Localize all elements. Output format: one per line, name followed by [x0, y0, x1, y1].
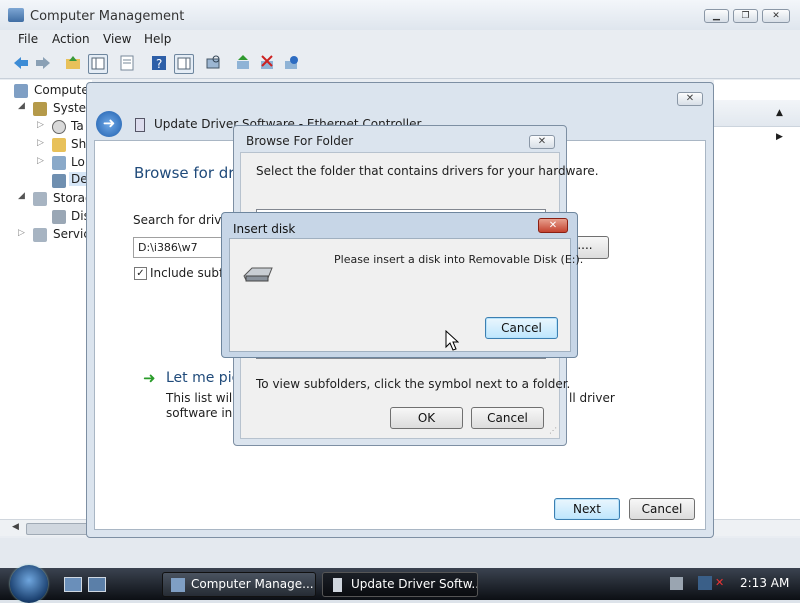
dialog-close-button[interactable]: ✕ — [677, 92, 703, 106]
menu-view[interactable]: View — [103, 32, 131, 46]
resize-grip-icon[interactable]: ⋰ — [549, 426, 557, 435]
services-icon — [33, 228, 47, 242]
forward-icon[interactable] — [34, 54, 52, 72]
clock-icon — [52, 120, 66, 134]
cancel-button[interactable]: Cancel — [629, 498, 695, 520]
browse-folder-title: Browse For Folder — [246, 134, 354, 148]
path-value: D:\i386\w7 — [138, 241, 198, 254]
title-bar: Computer Management ▁ ❐ ✕ — [0, 0, 800, 30]
mouse-cursor-icon — [445, 329, 460, 355]
taskbar: Computer Manage... Update Driver Softw..… — [0, 565, 800, 603]
insert-disk-title: Insert disk — [233, 222, 296, 236]
system-tools-icon — [33, 102, 47, 116]
expand-icon[interactable]: ▷ — [37, 156, 44, 166]
collapse-arrow-icon[interactable]: ▲ — [776, 108, 783, 118]
clock[interactable]: 2:13 AM — [740, 576, 789, 590]
search-label: Search for driver — [133, 213, 234, 227]
storage-icon — [33, 192, 47, 206]
next-button[interactable]: Next — [554, 498, 620, 520]
show-desktop-icon[interactable] — [64, 577, 82, 592]
system-tray: ✕ 2:13 AM — [660, 568, 800, 600]
disable-device-icon[interactable] — [258, 54, 276, 72]
back-icon[interactable] — [12, 54, 30, 72]
window-title: Computer Management — [30, 9, 185, 24]
network-icon[interactable] — [698, 576, 712, 590]
taskbar-item-computer-management[interactable]: Computer Manage... — [162, 572, 316, 597]
maximize-button[interactable]: ❐ — [733, 9, 758, 23]
actions-pane: ▲ ▶ — [714, 80, 800, 535]
scan-hardware-icon[interactable] — [204, 54, 222, 72]
console-tree: Computer ◢ System ▷ Ta ▷ Sh ▷ Lo De ◢ St… — [0, 80, 100, 535]
properties-icon[interactable] — [118, 54, 136, 72]
menu-action[interactable]: Action — [52, 32, 90, 46]
let-me-pick-link[interactable]: Let me pic — [166, 370, 239, 386]
disk-management-icon — [52, 210, 66, 224]
svg-text:?: ? — [156, 57, 162, 71]
windows-orb-icon — [10, 565, 48, 603]
help-icon[interactable]: ? — [150, 54, 168, 72]
menu-file[interactable]: File — [18, 32, 38, 46]
include-subfolders-checkbox[interactable]: ✓ — [134, 267, 147, 280]
computer-management-task-icon — [171, 578, 185, 592]
menu-bar: File Action View Help — [0, 30, 800, 49]
shared-folders-icon — [52, 138, 66, 152]
switch-windows-icon[interactable] — [88, 577, 106, 592]
browse-close-button[interactable]: ✕ — [529, 135, 555, 149]
toolbar: ? — [0, 50, 800, 79]
computer-management-icon — [8, 8, 24, 22]
show-hide-tree-icon[interactable] — [88, 54, 108, 74]
description-line-1-tail: ll driver — [569, 391, 615, 405]
close-button[interactable]: ✕ — [762, 9, 790, 23]
minimize-button[interactable]: ▁ — [704, 9, 729, 23]
insert-disk-message: Please insert a disk into Removable Disk… — [334, 253, 584, 266]
insert-disk-close-button[interactable]: ✕ — [538, 218, 568, 233]
volume-muted-icon[interactable]: ✕ — [715, 576, 729, 590]
more-actions-icon[interactable]: ▶ — [776, 132, 783, 142]
insert-disk-content: Please insert a disk into Removable Disk… — [229, 238, 583, 352]
insert-disk-dialog: Insert disk ✕ Please insert a disk into … — [221, 212, 583, 358]
update-driver-icon[interactable] — [234, 54, 252, 72]
menu-help[interactable]: Help — [144, 32, 171, 46]
path-input[interactable]: D:\i386\w7 — [133, 237, 223, 258]
status-bar — [0, 538, 800, 568]
safely-remove-icon[interactable] — [670, 577, 683, 590]
expand-collapse-icon[interactable]: ◢ — [18, 101, 25, 111]
removable-disk-icon — [240, 264, 276, 287]
expand-icon[interactable]: ▷ — [37, 120, 44, 130]
page-heading: Browse for driv — [134, 164, 248, 182]
computer-icon — [14, 84, 28, 98]
browse-hint: To view subfolders, click the symbol nex… — [256, 377, 571, 391]
tree-node-computer[interactable]: Computer — [34, 83, 94, 97]
scroll-left-icon[interactable]: ◀ — [12, 522, 19, 532]
browse-instruction: Select the folder that contains drivers … — [256, 164, 599, 178]
tree-node-task-scheduler[interactable]: Ta — [71, 119, 84, 133]
insert-disk-cancel-button[interactable]: Cancel — [485, 317, 558, 339]
back-arrow-icon[interactable]: ➜ — [96, 111, 122, 137]
action-pane-icon[interactable] — [174, 54, 194, 74]
expand-collapse-icon[interactable]: ◢ — [18, 191, 25, 201]
uninstall-device-icon[interactable] — [282, 54, 300, 72]
actions-header — [714, 100, 800, 127]
expand-icon[interactable]: ▷ — [37, 138, 44, 148]
device-manager-icon — [52, 174, 66, 188]
green-arrow-icon: ➜ — [143, 369, 156, 387]
folder-up-icon[interactable] — [64, 54, 82, 72]
tree-node-local-users[interactable]: Lo — [71, 155, 85, 169]
ok-button[interactable]: OK — [390, 407, 463, 429]
users-icon — [52, 156, 66, 170]
taskbar-item-update-driver[interactable]: Update Driver Softw... — [322, 572, 478, 597]
expand-icon[interactable]: ▷ — [18, 228, 25, 238]
update-driver-task-icon — [333, 578, 342, 592]
scroll-thumb[interactable] — [26, 523, 88, 535]
tree-node-shared-folders[interactable]: Sh — [71, 137, 86, 151]
device-icon — [135, 118, 145, 132]
browse-cancel-button[interactable]: Cancel — [471, 407, 544, 429]
start-button[interactable] — [6, 565, 52, 603]
